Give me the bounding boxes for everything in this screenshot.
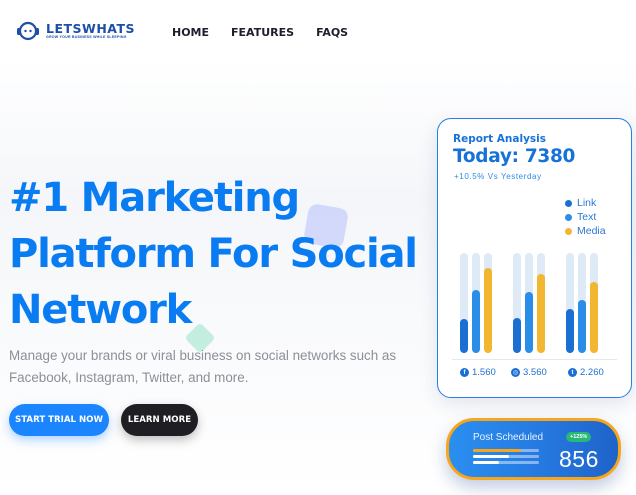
legend-label-text: Text — [577, 211, 597, 223]
scheduled-bar-fill-1 — [473, 449, 521, 452]
legend-label-link: Link — [577, 197, 597, 209]
headset-logo-icon — [14, 20, 42, 42]
twitter-icon: t — [568, 368, 577, 377]
nav-home[interactable]: HOME — [172, 26, 209, 39]
hero-subtitle: Manage your brands or viral business on … — [9, 348, 397, 385]
stat-facebook: f 1.560 — [460, 367, 496, 378]
legend-dot-media — [565, 227, 572, 235]
report-analysis-card: Report Analysis Today: 7380 +10.5% Vs Ye… — [437, 118, 632, 398]
bar-instagram-link — [513, 318, 521, 353]
card-divider — [452, 359, 617, 360]
post-scheduled-value: 856 — [559, 446, 599, 472]
stat-twitter: t 2.260 — [568, 367, 604, 378]
post-scheduled-label: Post Scheduled — [473, 432, 544, 443]
learn-more-button[interactable]: LEARN MORE — [121, 404, 198, 436]
legend-item-link: Link — [565, 197, 606, 209]
legend-dot-link — [565, 199, 572, 207]
brand-logo[interactable]: LETSWHATS GROW YOUR BUSINESS WHILE SLEEP… — [14, 20, 135, 42]
scheduled-bar-1 — [473, 449, 539, 452]
report-bar-chart — [460, 253, 598, 353]
report-today-value: Today: 7380 — [453, 146, 576, 167]
post-scheduled-widget: Post Scheduled +125% 856 — [446, 418, 621, 480]
chart-legend: Link Text Media — [565, 197, 606, 237]
bar-facebook-media — [484, 268, 492, 353]
legend-dot-text — [565, 213, 572, 221]
stat-facebook-value: 1.560 — [472, 367, 496, 378]
report-delta: +10.5% Vs Yesterday — [454, 172, 542, 181]
scheduled-progress-bars — [473, 449, 539, 464]
logo-name: LETSWHATS — [46, 21, 136, 36]
scheduled-bar-2 — [473, 455, 539, 458]
bar-instagram-text — [525, 292, 533, 353]
stat-instagram: ◎ 3.560 — [511, 367, 547, 378]
instagram-icon: ◎ — [511, 368, 520, 377]
facebook-icon: f — [460, 368, 469, 377]
bar-twitter-media — [590, 282, 598, 353]
logo-tagline: GROW YOUR BUSINESS WHILE SLEEPING — [46, 35, 127, 39]
legend-label-media: Media — [577, 225, 606, 237]
nav-features[interactable]: FEATURES — [231, 26, 294, 39]
hero-title: #1 Marketing Platform For Social Network — [9, 175, 418, 333]
growth-badge: +125% — [566, 432, 592, 442]
legend-item-media: Media — [565, 225, 606, 237]
main-nav: HOME FEATURES FAQS — [172, 26, 348, 39]
bar-facebook-text — [472, 290, 480, 353]
legend-item-text: Text — [565, 211, 606, 223]
report-title: Report Analysis — [453, 133, 547, 145]
bar-facebook-link — [460, 319, 468, 353]
bar-twitter-text — [578, 300, 586, 353]
stat-instagram-value: 3.560 — [523, 367, 547, 378]
scheduled-bar-fill-3 — [473, 461, 500, 464]
stat-twitter-value: 2.260 — [580, 367, 604, 378]
bar-twitter-link — [566, 309, 574, 353]
nav-faqs[interactable]: FAQS — [316, 26, 348, 39]
scheduled-bar-3 — [473, 461, 539, 464]
bar-instagram-media — [537, 274, 545, 353]
scheduled-bar-fill-2 — [473, 455, 510, 458]
start-trial-button[interactable]: START TRIAL NOW — [9, 404, 109, 436]
